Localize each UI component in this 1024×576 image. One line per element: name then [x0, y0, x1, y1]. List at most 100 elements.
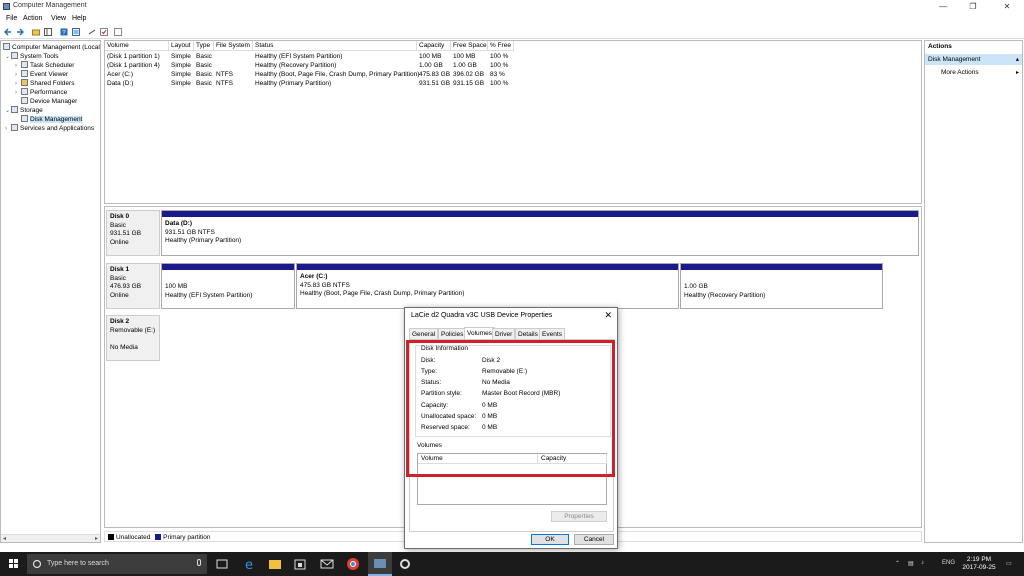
minimize-button[interactable]: —	[928, 1, 958, 12]
col-type[interactable]: Type	[194, 41, 214, 51]
menu-help[interactable]: Help	[72, 15, 86, 22]
file-explorer-icon[interactable]	[268, 557, 282, 571]
col-file-system[interactable]: File System	[214, 41, 253, 51]
tab-general[interactable]: General	[409, 328, 439, 339]
tree-root[interactable]: Computer Management (Local	[3, 43, 100, 52]
col-capacity[interactable]: Capacity	[417, 41, 451, 51]
up-folder-icon[interactable]	[32, 28, 40, 36]
storage-icon	[11, 106, 18, 113]
tab-policies[interactable]: Policies	[438, 328, 467, 339]
disk-2-label[interactable]: Disk 2 Removable (E:) No Media	[106, 315, 160, 361]
tree-services[interactable]: › Services and Applications	[5, 124, 94, 133]
dialog-close-icon[interactable]: ✕	[604, 310, 612, 321]
menu-action[interactable]: Action	[23, 15, 42, 22]
scroll-left-icon[interactable]: ◂	[3, 535, 6, 542]
actions-disk-management[interactable]: Disk Management ▴	[925, 54, 1022, 65]
taskbar-clock[interactable]: 2:19 PM 2017-09-25	[960, 556, 998, 572]
forward-arrow-icon[interactable]	[16, 28, 24, 36]
highlight-box	[406, 340, 615, 477]
ok-button[interactable]: OK	[531, 534, 569, 545]
chevron-up-icon[interactable]: ⌃	[895, 560, 900, 567]
tree-system-tools[interactable]: ⌄ System Tools	[5, 52, 59, 61]
tree-task-scheduler[interactable]: › Task Scheduler	[15, 61, 74, 70]
notifications-icon[interactable]: ▭	[1006, 560, 1012, 567]
unallocated-swatch	[108, 534, 114, 540]
tab-volumes[interactable]: Volumes	[464, 327, 495, 339]
toolbar: ?	[0, 25, 1024, 39]
primary-swatch	[155, 534, 162, 540]
actions-pane: Actions Disk Management ▴ More Actions ▸	[924, 40, 1023, 543]
settings-gear-icon[interactable]	[398, 557, 412, 571]
dialog-title: LaCie d2 Quadra v3C USB Device Propertie…	[411, 312, 553, 319]
col-status[interactable]: Status	[253, 41, 417, 51]
volume-icon[interactable]: ♪	[921, 560, 924, 566]
tab-driver[interactable]: Driver	[492, 328, 516, 339]
network-icon[interactable]: ▤	[908, 560, 914, 567]
chevron-right-icon[interactable]: ▸	[1016, 69, 1019, 76]
col-free-space[interactable]: Free Space	[451, 41, 488, 51]
menu-view[interactable]: View	[51, 15, 66, 22]
tab-events[interactable]: Events	[539, 328, 565, 339]
tree-storage[interactable]: ⌄ Storage	[5, 106, 43, 115]
chrome-icon[interactable]	[346, 557, 360, 571]
device-manager-icon	[21, 97, 28, 104]
table-row[interactable]: (Disk 1 partition 4) Simple Basic Health…	[105, 61, 515, 70]
disk-1-label[interactable]: Disk 1 Basic 476.93 GB Online	[106, 263, 160, 309]
maximize-button[interactable]: ❐	[958, 1, 988, 12]
close-button[interactable]: ✕	[992, 1, 1022, 12]
disk-icon	[21, 115, 28, 122]
partition-acer-c[interactable]: Acer (C:) 475.83 GB NTFS Healthy (Boot, …	[296, 263, 679, 309]
console-tree: Computer Management (Local ⌄ System Tools…	[0, 40, 101, 543]
check-properties-icon[interactable]	[100, 28, 108, 36]
properties-button[interactable]: Properties	[551, 511, 607, 522]
title-bar: Computer Management — ❐ ✕	[0, 0, 1024, 13]
computer-management-taskbar-item[interactable]	[368, 552, 392, 576]
cancel-button[interactable]: Cancel	[574, 534, 614, 545]
help-icon[interactable]: ?	[60, 28, 68, 36]
volume-list: Volume Layout Type File System Status Ca…	[104, 40, 922, 204]
tree-horizontal-scrollbar[interactable]: ◂ ▸	[1, 534, 100, 542]
task-view-icon[interactable]	[215, 557, 229, 571]
edge-icon[interactable]: e	[243, 557, 257, 571]
windows-start-icon[interactable]	[9, 559, 19, 569]
collapse-up-icon[interactable]: ▴	[1016, 55, 1019, 63]
scroll-right-icon[interactable]: ▸	[95, 535, 98, 542]
partition-recovery[interactable]: 1.00 GB Healthy (Recovery Partition)	[680, 263, 883, 309]
wizard-icon[interactable]	[114, 28, 122, 36]
col-percent-free[interactable]: % Free	[488, 41, 514, 51]
disk-1-name: Disk 1	[110, 266, 130, 273]
store-icon[interactable]	[293, 557, 307, 571]
shared-folder-icon	[21, 79, 28, 86]
tree-performance[interactable]: › Performance	[15, 88, 67, 97]
microphone-icon[interactable]	[195, 559, 203, 569]
table-row[interactable]: Data (D:) Simple Basic NTFS Healthy (Pri…	[105, 79, 515, 88]
menu-file[interactable]: File	[6, 15, 17, 22]
actions-header: Actions	[928, 43, 952, 50]
view-list-icon[interactable]	[72, 28, 80, 36]
connect-icon[interactable]	[88, 28, 96, 36]
search-icon	[32, 559, 42, 569]
tree-device-manager[interactable]: Device Manager	[21, 97, 77, 106]
partition-data-d[interactable]: Data (D:) 931.51 GB NTFS Healthy (Primar…	[161, 210, 919, 256]
col-layout[interactable]: Layout	[169, 41, 194, 51]
tree-disk-management[interactable]: Disk Management	[21, 115, 83, 124]
language-indicator[interactable]: ENG	[942, 560, 955, 566]
tree-shared-folders[interactable]: › Shared Folders	[15, 79, 74, 88]
event-viewer-icon	[21, 70, 28, 77]
more-actions[interactable]: More Actions	[941, 69, 979, 76]
services-icon	[11, 124, 18, 131]
table-row[interactable]: (Disk 1 partition 1) Simple Basic Health…	[105, 52, 515, 61]
taskbar-search[interactable]: Type here to search	[27, 554, 207, 574]
mail-icon[interactable]	[320, 557, 334, 571]
disk-0-label[interactable]: Disk 0 Basic 931.51 GB Online	[106, 210, 160, 256]
back-arrow-icon[interactable]	[4, 28, 12, 36]
clock-icon	[21, 61, 28, 68]
tab-details[interactable]: Details	[515, 328, 541, 339]
disk-0-name: Disk 0	[110, 213, 130, 220]
partition-efi[interactable]: 100 MB Healthy (EFI System Partition)	[161, 263, 295, 309]
tree-event-viewer[interactable]: › Event Viewer	[15, 70, 68, 79]
show-tree-icon[interactable]	[44, 28, 52, 36]
col-volume[interactable]: Volume	[105, 41, 169, 51]
svg-text:e: e	[245, 558, 253, 571]
table-row[interactable]: Acer (C:) Simple Basic NTFS Healthy (Boo…	[105, 70, 515, 79]
